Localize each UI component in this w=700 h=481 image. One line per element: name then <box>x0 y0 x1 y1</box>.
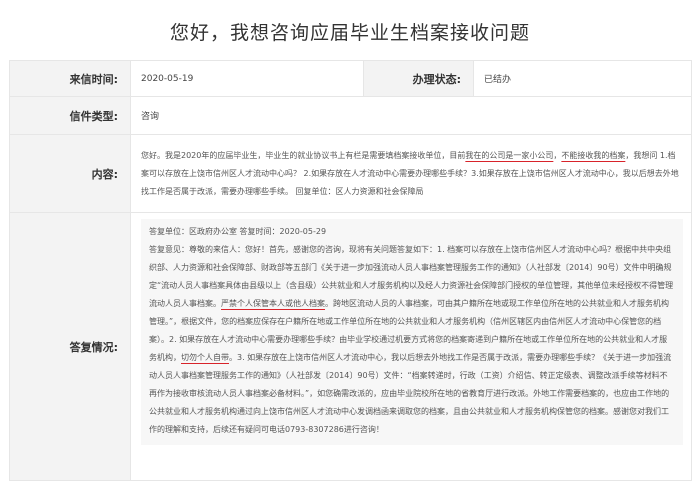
letter-detail-table: 来信时间: 2020-05-19 办理状态: 已结办 信件类型: 咨询 内容: … <box>9 60 692 481</box>
reply-highlight-do-not-self-carry: 切勿个人自带 <box>181 353 229 362</box>
row-date-status: 来信时间: 2020-05-19 办理状态: 已结办 <box>9 60 692 97</box>
reply-box: 答复单位：区政府办公室 答复时间：2020-05-29 答复意见：尊敬的来信人：… <box>141 219 683 445</box>
content-text: 您好。我是2020年的应届毕业生，毕业生的就业协议书上有栏是需要填档案接收单位，… <box>130 134 692 213</box>
reply-part-3: 。3. 如果存放在上饶市信州区人才流动中心，我以后想去外地找工作是否属于改派，需… <box>149 353 672 434</box>
content-highlight-cannot-receive: 不能接收我的档案 <box>561 150 626 160</box>
date-value: 2020-05-19 <box>130 60 364 97</box>
page-title: 您好，我想咨询应届毕业生档案接收问题 <box>169 22 530 44</box>
content-highlight-small-company: 我在的公司是一家小公司 <box>465 150 554 160</box>
reply-body: 答复意见：尊敬的来信人：您好！首先，感谢您的咨询，现将有关问题答复如下：1. 档… <box>149 241 675 439</box>
type-value: 咨询 <box>130 96 692 135</box>
reply-highlight-no-personal-custody: 严禁个人保管本人或他人档案 <box>221 299 325 308</box>
content-part-1: 您好。我是2020年的应届毕业生，毕业生的就业协议书上有栏是需要填档案接收单位，… <box>141 150 466 160</box>
status-value: 已结办 <box>473 60 692 97</box>
reply-unit-time: 答复单位：区政府办公室 答复时间：2020-05-29 <box>149 227 327 236</box>
row-reply: 答复情况: 答复单位：区政府办公室 答复时间：2020-05-29 答复意见：尊… <box>9 212 692 481</box>
reply-label: 答复情况: <box>9 212 131 481</box>
content-label: 内容: <box>9 134 131 213</box>
row-type: 信件类型: 咨询 <box>9 96 692 135</box>
reply-cell: 答复单位：区政府办公室 答复时间：2020-05-29 答复意见：尊敬的来信人：… <box>130 212 692 481</box>
status-label: 办理状态: <box>363 60 474 97</box>
row-content: 内容: 您好。我是2020年的应届毕业生，毕业生的就业协议书上有栏是需要填档案接… <box>9 134 692 213</box>
date-label: 来信时间: <box>9 60 131 97</box>
type-label: 信件类型: <box>9 96 131 135</box>
